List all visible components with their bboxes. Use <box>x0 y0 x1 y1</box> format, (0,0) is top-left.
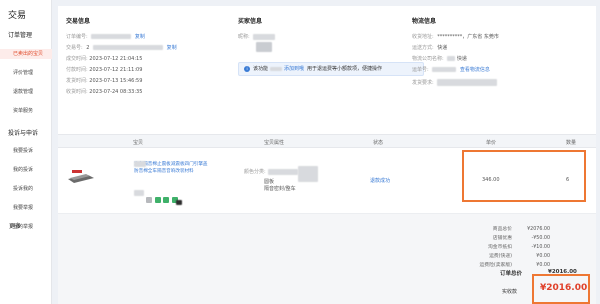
summary-row: 运费(快递) ¥0.00 <box>489 254 550 259</box>
sidebar-item-service[interactable]: 资单服务 <box>0 106 52 116</box>
order-detail-panel: 交易信息 订单编号: 复制 交易号: 2 复制 成交时间: 2023-07-12… <box>58 6 596 304</box>
buyer-nickname-row: 昵称: <box>238 33 276 40</box>
attribute-line-2: 隔音密封/整车 <box>264 186 296 192</box>
product-attributes: 颜色分类: <box>244 168 299 175</box>
summary-row: 商品总价 ¥2076.00 <box>492 227 550 232</box>
ship-requirement-redacted <box>437 79 498 86</box>
sidebar-item-my-complaints[interactable]: 我的投诉 <box>0 165 52 175</box>
sidebar: 交易 订单管理 已卖出的宝贝 评价管理 退款管理 资单服务 投诉与申诉 我要投诉… <box>0 0 52 304</box>
pay-time-row: 付款时间: 2023-07-12 21:11:09 <box>66 67 143 73</box>
tracking-number-redacted <box>432 67 457 72</box>
sidebar-group-more[interactable]: 更多 <box>9 221 21 230</box>
order-total-label: 订单总价 <box>500 271 523 277</box>
trade-number-row: 交易号: 2 复制 <box>66 45 177 51</box>
order-number-redacted <box>91 34 132 39</box>
trade-info-title: 交易信息 <box>66 18 91 25</box>
col-attributes: 宝贝属性 <box>264 140 285 146</box>
order-number-row: 订单编号: 复制 <box>66 34 145 40</box>
buyer-avatar <box>256 42 272 52</box>
product-table-header: 宝贝 宝贝属性 状态 单价 数量 <box>58 134 596 148</box>
sidebar-group-complaint[interactable]: 投诉与申诉 <box>8 128 38 137</box>
buyer-info-title: 买家信息 <box>238 18 263 25</box>
sidebar-item-sold[interactable]: 已卖出的宝贝 <box>0 49 52 59</box>
col-price: 单价 <box>486 140 497 146</box>
col-item: 宝贝 <box>133 140 144 146</box>
ship-requirement-row: 发货要求: <box>412 79 498 86</box>
trade-number-redacted <box>93 45 164 50</box>
carrier-row: 物流公司名称: 快递 <box>412 56 467 62</box>
shipping-insurance-link[interactable]: 运费险(卖家版) <box>452 261 512 268</box>
product-image[interactable] <box>66 168 96 186</box>
ship-time-row: 发货时间: 2023-07-13 15:46:59 <box>66 78 143 84</box>
info-icon: i <box>244 65 250 72</box>
tag-icon <box>163 197 170 203</box>
product-tags <box>146 197 179 205</box>
sidebar-group-order[interactable]: 订单管理 <box>8 30 32 39</box>
notice-link[interactable]: 添加到哦 <box>284 66 304 72</box>
sidebar-item-report[interactable]: 我要举报 <box>0 203 52 213</box>
view-logistics-link[interactable]: 查看物流信息 <box>460 67 490 73</box>
tag-icon <box>154 197 161 203</box>
copy-order-number-link[interactable]: 复制 <box>135 34 145 40</box>
tag-icon <box>146 197 152 203</box>
col-status: 状态 <box>373 140 384 146</box>
deal-time-row: 成交时间: 2023-07-12 21:04:15 <box>66 56 143 62</box>
sidebar-item-complain[interactable]: 我要投诉 <box>0 146 52 156</box>
receive-time-row: 收货时间: 2023-07-24 08:33:35 <box>66 89 143 95</box>
sidebar-item-reviews[interactable]: 评价管理 <box>0 68 52 78</box>
paid-label: 实收款 <box>502 289 518 295</box>
paid-amount-highlight <box>532 274 590 304</box>
shipping-method-row: 运送方式: 快递 <box>412 45 448 51</box>
col-qty: 数量 <box>566 140 577 146</box>
logistics-info-title: 物流信息 <box>412 18 437 25</box>
refund-status-link[interactable]: 退款成功 <box>370 177 390 184</box>
summary-row: 淘金币抵扣 -¥10.00 <box>488 245 550 250</box>
price-qty-highlight <box>462 150 586 202</box>
buyer-nickname-redacted <box>253 33 276 40</box>
sidebar-title: 交易 <box>8 11 27 21</box>
copy-trade-number-link[interactable]: 复制 <box>167 45 177 51</box>
tracking-number-row: 运单号: 查看物流信息 <box>412 67 490 73</box>
sidebar-item-complaints-against[interactable]: 投诉我的 <box>0 184 52 194</box>
attribute-line-1: 圆板 <box>264 179 275 185</box>
summary-row: 运费险(卖家版) ¥0.00 <box>430 261 550 268</box>
refund-notice: i 该功能 添加到哦 用于退运费等小额款项，便捷操作 <box>238 62 424 76</box>
summary-row: 店铺优惠 -¥50.00 <box>492 236 550 241</box>
sidebar-item-my-reports[interactable]: 我的举报 <box>0 222 52 232</box>
shipping-address-row: 收货地址: **********，广东省 东莞市 <box>412 34 499 40</box>
sidebar-item-refunds[interactable]: 退款管理 <box>0 87 52 97</box>
